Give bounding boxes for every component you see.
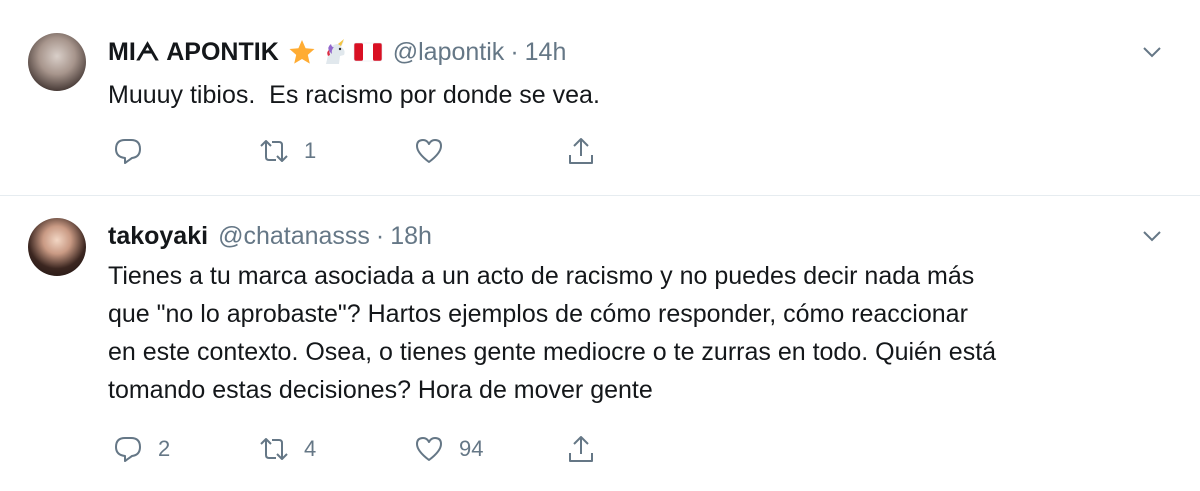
tweet-text: Tienes a tu marca asociada a un acto de … [108, 262, 997, 404]
like-count: 94 [459, 436, 484, 461]
share-icon [569, 138, 593, 164]
share-icon [569, 436, 593, 462]
name-emojis [287, 38, 383, 66]
timestamp[interactable]: 18h [390, 222, 432, 250]
tweet-actions: 1 [108, 134, 708, 168]
display-name[interactable]: MIᗅ APONTIK [108, 38, 279, 67]
tweet-text: Muuuy tibios. Es racismo por donde se ve… [108, 81, 600, 109]
heart-icon [416, 437, 442, 461]
tweet[interactable]: takoyaki @chatanasss · 18h Tienes a tu mar… [0, 196, 1200, 491]
share-button[interactable] [565, 134, 597, 168]
star-emoji-icon [289, 40, 315, 64]
like-button[interactable]: 94 [413, 432, 483, 466]
reply-icon [115, 139, 141, 164]
chevron-down-icon[interactable] [1140, 224, 1164, 248]
share-button[interactable] [565, 432, 597, 466]
retweet-count: 4 [304, 436, 317, 461]
reply-button[interactable] [112, 134, 158, 168]
retweet-count: 1 [304, 138, 317, 163]
like-button[interactable] [413, 134, 459, 168]
retweet-button[interactable]: 1 [258, 134, 316, 168]
tweet-header: takoyaki @chatanasss · 18h [108, 218, 432, 254]
avatar[interactable] [28, 33, 86, 91]
unicorn-emoji-icon [325, 39, 345, 64]
retweet-button[interactable]: 4 [258, 432, 316, 466]
tweet-header: MIᗅ APONTIK @lapontik · 14h [108, 34, 566, 70]
reply-button[interactable]: 2 [112, 432, 170, 466]
handle[interactable]: @lapontik [393, 38, 505, 66]
reply-icon [115, 437, 141, 462]
heart-icon [416, 139, 442, 163]
tweet-meta: @chatanasss · 18h [218, 222, 432, 251]
separator: · [375, 221, 385, 250]
tweet-actions: 2 4 94 [108, 432, 708, 466]
reply-count: 2 [158, 436, 171, 461]
tweet[interactable]: MIᗅ APONTIK @lapontik · 14h Muuuy tibios… [0, 0, 1200, 195]
chevron-down-icon[interactable] [1140, 40, 1164, 64]
retweet-icon [260, 140, 288, 162]
display-name[interactable]: takoyaki [108, 222, 208, 251]
separator: · [510, 37, 519, 66]
handle[interactable]: @chatanasss [218, 222, 370, 250]
peru-flag-emoji-icon [353, 42, 383, 62]
avatar[interactable] [28, 218, 86, 276]
retweet-icon [260, 438, 288, 460]
timestamp[interactable]: 14h [525, 38, 567, 66]
tweet-meta: @lapontik · 14h [393, 38, 567, 67]
